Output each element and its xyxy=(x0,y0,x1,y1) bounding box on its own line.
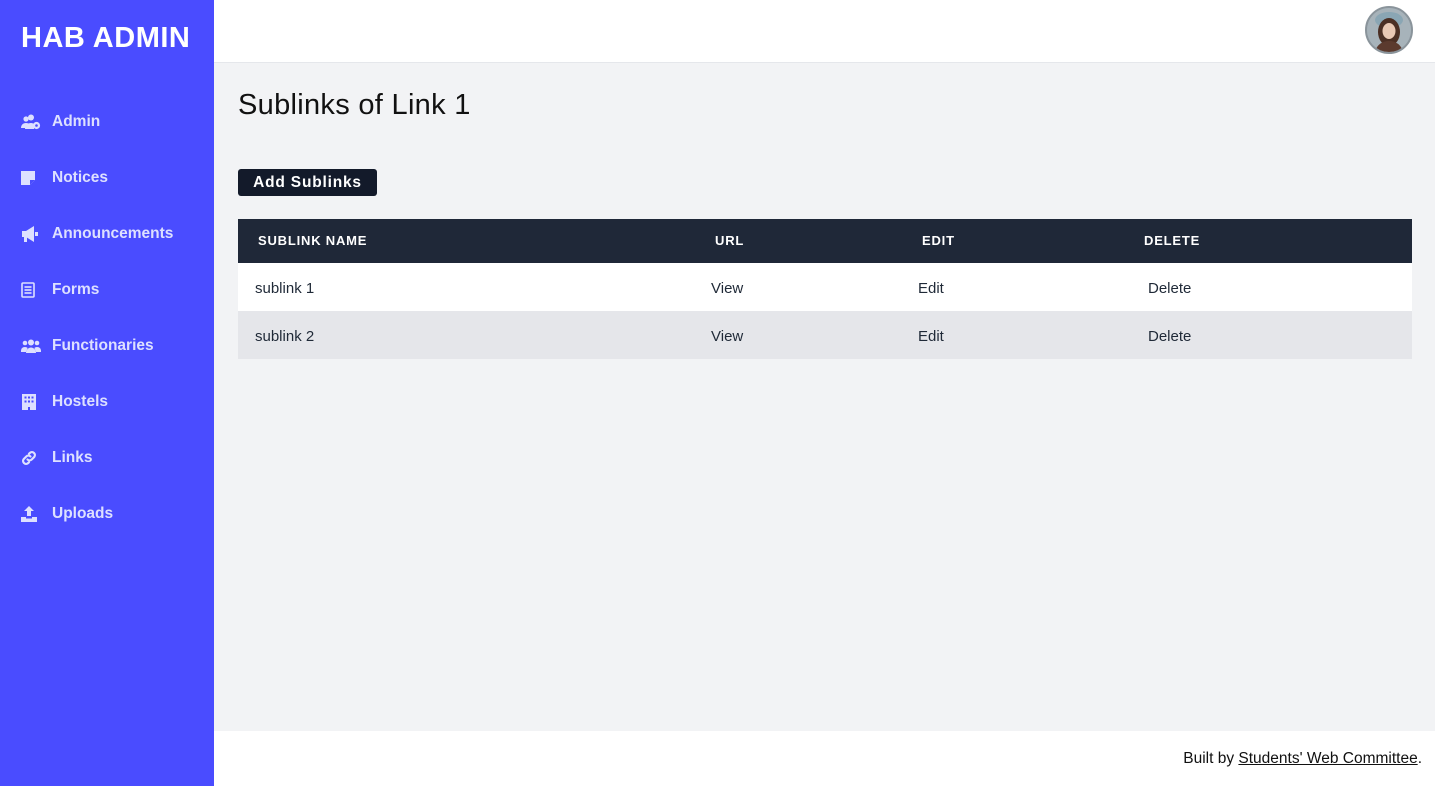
footer-suffix: . xyxy=(1417,750,1422,767)
table-row: sublink 2 View Edit Delete xyxy=(238,311,1412,359)
edit-link[interactable]: Edit xyxy=(918,328,944,345)
sidebar-item-label: Admin xyxy=(52,113,101,130)
sidebar-item-notices[interactable]: Notices xyxy=(0,150,214,206)
sidebar-item-uploads[interactable]: Uploads xyxy=(0,486,214,542)
main-content: Sublinks of Link 1 Add Sublinks SUBLINK … xyxy=(214,63,1435,731)
sidebar-item-links[interactable]: Links xyxy=(0,430,214,486)
sidebar-item-functionaries[interactable]: Functionaries xyxy=(0,318,214,374)
sidebar-item-label: Uploads xyxy=(52,505,114,522)
delete-link[interactable]: Delete xyxy=(1148,328,1191,345)
delete-link[interactable]: Delete xyxy=(1148,280,1191,297)
sidebar-nav: Admin Notices Announcements Forms Functi… xyxy=(0,94,214,542)
sidebar-item-forms[interactable]: Forms xyxy=(0,262,214,318)
upload-icon xyxy=(21,505,41,523)
footer-prefix: Built by xyxy=(1183,750,1239,767)
page-title: Sublinks of Link 1 xyxy=(238,89,471,121)
footer-committee-link[interactable]: Students' Web Committee xyxy=(1238,750,1417,767)
column-header-edit: EDIT xyxy=(922,233,955,248)
view-link[interactable]: View xyxy=(711,328,743,345)
link-icon xyxy=(21,449,41,467)
sidebar-item-label: Functionaries xyxy=(52,337,154,354)
sidebar-item-label: Links xyxy=(52,449,93,466)
sidebar-item-label: Hostels xyxy=(52,393,108,410)
sublinks-table: SUBLINK NAME URL EDIT DELETE sublink 1 V… xyxy=(238,219,1412,359)
building-icon xyxy=(21,393,41,411)
sublink-name: sublink 2 xyxy=(255,328,315,345)
table-header: SUBLINK NAME URL EDIT DELETE xyxy=(238,219,1412,263)
app-root: HAB ADMIN Admin Notices Announcements Fo… xyxy=(0,0,1435,786)
form-icon xyxy=(21,281,41,299)
column-header-delete: DELETE xyxy=(1144,233,1201,248)
add-sublinks-button[interactable]: Add Sublinks xyxy=(238,169,377,196)
sidebar-item-label: Announcements xyxy=(52,225,174,242)
users-cog-icon xyxy=(21,113,41,131)
edit-link[interactable]: Edit xyxy=(918,280,944,297)
user-avatar[interactable] xyxy=(1365,6,1413,54)
users-icon xyxy=(21,337,41,355)
sidebar-item-admin[interactable]: Admin xyxy=(0,94,214,150)
sidebar-item-label: Forms xyxy=(52,281,100,298)
sidebar-item-hostels[interactable]: Hostels xyxy=(0,374,214,430)
sidebar-item-announcements[interactable]: Announcements xyxy=(0,206,214,262)
table-row: sublink 1 View Edit Delete xyxy=(238,263,1412,311)
column-header-url: URL xyxy=(715,233,745,248)
sticky-note-icon xyxy=(21,169,41,187)
topbar xyxy=(214,0,1435,63)
sublink-name: sublink 1 xyxy=(255,280,315,297)
footer-credit: Built by Students' Web Committee. xyxy=(1183,750,1422,768)
megaphone-icon xyxy=(21,225,41,243)
sidebar: HAB ADMIN Admin Notices Announcements Fo… xyxy=(0,0,214,786)
sidebar-item-label: Notices xyxy=(52,169,108,186)
footer: Built by Students' Web Committee. xyxy=(214,731,1435,786)
view-link[interactable]: View xyxy=(711,280,743,297)
brand-logo[interactable]: HAB ADMIN xyxy=(21,22,190,55)
column-header-sublink-name: SUBLINK NAME xyxy=(258,233,368,248)
